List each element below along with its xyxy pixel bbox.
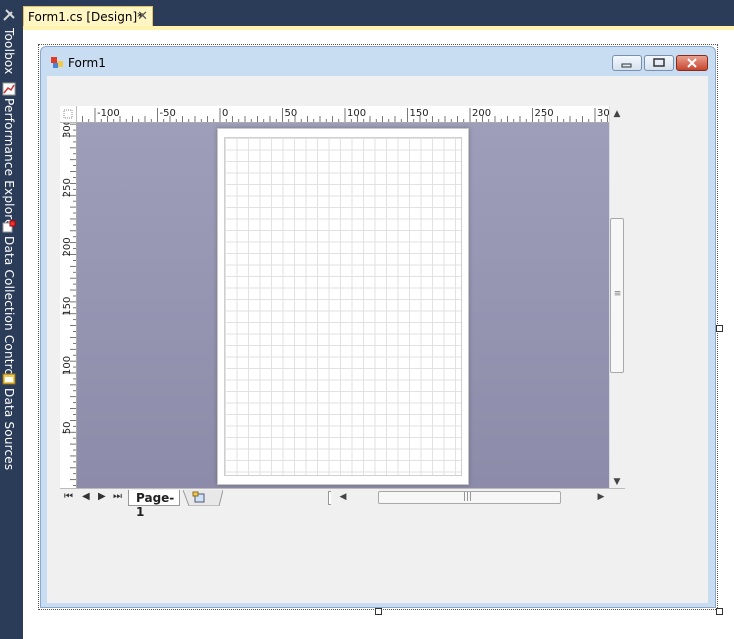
tab-page-1[interactable]: Page-1 <box>128 490 180 519</box>
left-ruler: 300 250 200 150 100 50 <box>60 123 77 488</box>
top-ruler-label: -50 <box>160 108 176 119</box>
tab-title: Form1.cs [Design]* <box>28 10 144 24</box>
scroll-right-icon[interactable]: ▶ <box>597 493 605 502</box>
resize-handle-bottom[interactable] <box>375 608 382 615</box>
close-button[interactable] <box>676 55 708 71</box>
maximize-button[interactable] <box>644 55 674 71</box>
ruler-corner <box>60 106 77 123</box>
first-page-icon[interactable]: ⏮ <box>64 491 73 502</box>
tab-close-icon[interactable]: ✕ <box>137 9 148 24</box>
last-page-icon[interactable]: ⏭ <box>113 491 122 502</box>
sidebar-tab-label: Performance Explorer <box>2 98 16 232</box>
scroll-left-icon[interactable]: ◀ <box>339 493 347 502</box>
scroll-up-icon[interactable]: ▲ <box>613 110 621 119</box>
sidebar-tab-performance-explorer[interactable]: Performance Explorer <box>0 78 20 232</box>
left-ruler-label: 200 <box>62 237 73 256</box>
tab-form1-design[interactable]: Form1.cs [Design]* ✕ <box>23 6 153 28</box>
minimize-icon <box>621 63 632 68</box>
top-ruler-label: -100 <box>97 108 120 119</box>
top-ruler-label: 150 <box>410 108 429 119</box>
left-ruler-label: 250 <box>62 178 73 197</box>
scroll-grip-icon: ≡ <box>613 289 622 299</box>
top-ruler-label: 50 <box>285 108 298 119</box>
left-ruler-label: 300 <box>62 123 73 138</box>
page-tab-label: Page-1 <box>136 491 175 519</box>
scroll-down-icon[interactable]: ▼ <box>613 478 621 487</box>
report-page[interactable] <box>217 128 469 485</box>
form-icon <box>51 57 63 68</box>
sidebar-tab-label: Data Collection Control <box>2 236 16 380</box>
resize-handle-bottom-right[interactable] <box>716 608 723 615</box>
horizontal-scroll-thumb[interactable]: ||| <box>378 491 561 504</box>
top-ruler-label: 300 <box>597 108 609 119</box>
maximize-icon <box>653 58 665 67</box>
toolbox-icon <box>3 9 15 21</box>
add-page-icon <box>182 489 224 507</box>
top-ruler-label: 250 <box>535 108 554 119</box>
sidebar-tab-label: Data Sources <box>2 388 16 471</box>
page-grid <box>224 137 462 476</box>
minimize-button[interactable] <box>612 55 642 71</box>
top-ruler-label: 0 <box>222 108 228 119</box>
vertical-scroll-thumb[interactable]: ≡ <box>610 218 624 373</box>
resize-handle-right[interactable] <box>716 325 723 332</box>
sidebar-tab-data-sources[interactable]: Data Sources <box>0 370 20 470</box>
sidebar-tab-toolbox[interactable]: Toolbox <box>0 4 20 76</box>
horizontal-grip-icon: ||| <box>463 492 473 502</box>
close-icon <box>687 58 697 68</box>
previous-page-icon[interactable]: ◀ <box>82 491 90 502</box>
top-ruler-label: 200 <box>472 108 491 119</box>
top-ruler: -100 -50 0 50 100 150 200 250 300 <box>77 106 609 123</box>
data-collection-icon <box>2 220 16 233</box>
performance-explorer-icon <box>2 82 16 96</box>
sidebar-tab-label: Toolbox <box>2 28 16 75</box>
form-title: Form1 <box>68 56 106 70</box>
left-ruler-label: 50 <box>62 422 73 435</box>
top-ruler-ticks: -100 -50 0 50 100 150 200 250 300 <box>82 108 609 122</box>
left-ruler-label: 150 <box>62 297 73 316</box>
top-ruler-label: 100 <box>347 108 366 119</box>
side-dock-strip: Toolbox Performance Explorer Data Collec… <box>0 0 23 639</box>
sidebar-tab-data-collection-control[interactable]: Data Collection Control <box>0 218 20 380</box>
data-sources-icon <box>2 373 16 385</box>
add-page-button[interactable] <box>182 489 224 507</box>
left-ruler-label: 100 <box>62 356 73 375</box>
next-page-icon[interactable]: ▶ <box>98 491 106 502</box>
left-ruler-ticks: 300 250 200 150 100 50 <box>62 123 76 486</box>
